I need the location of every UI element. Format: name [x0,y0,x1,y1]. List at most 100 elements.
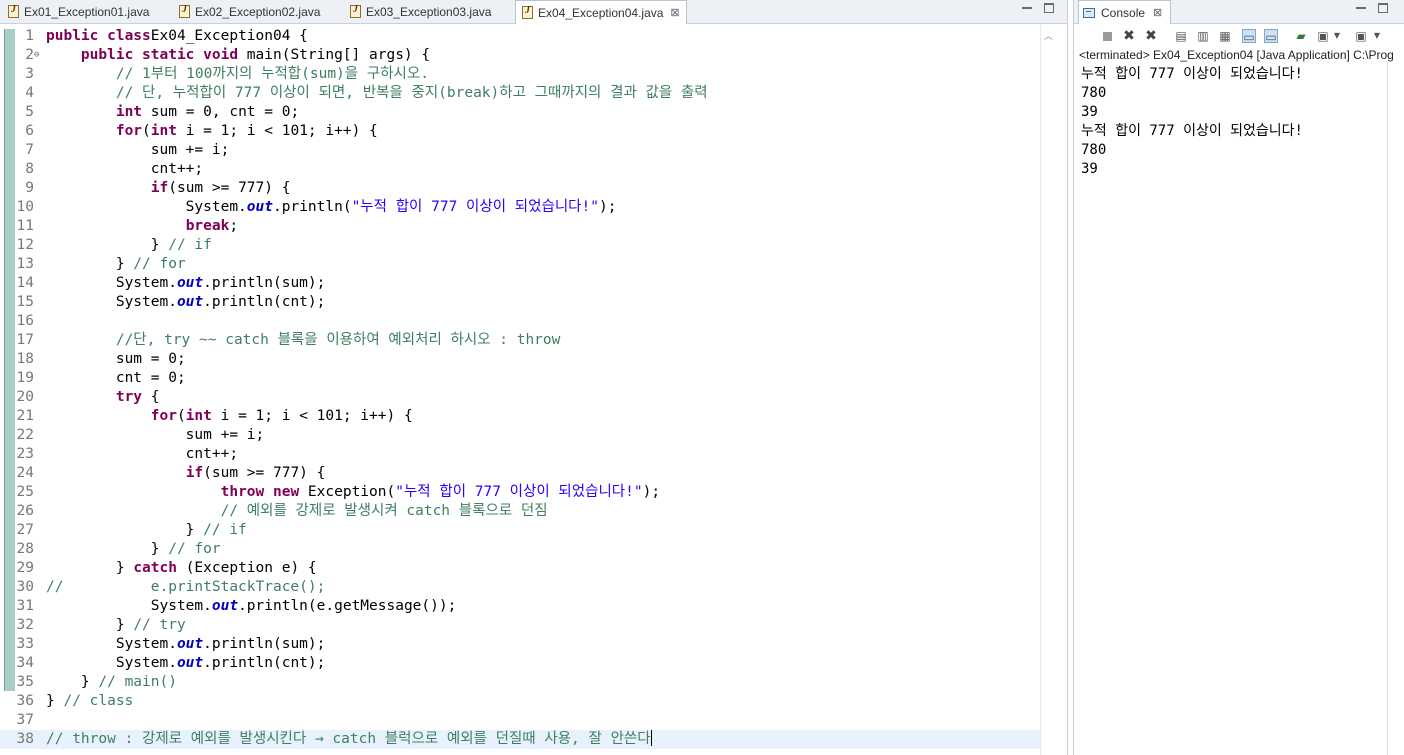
chevron-down-icon[interactable]: ▼ [1330,29,1344,43]
code-text: throw new Exception("누적 합이 777 이상이 되었습니다… [46,483,660,502]
code-line[interactable]: 2 ⊖ public static void main(String[] args… [0,46,1040,65]
display-selected-console-icon[interactable]: ▣ [1316,29,1330,43]
console-window-controls [1356,3,1388,13]
code-line[interactable]: 29 } catch (Exception e) { [0,559,1040,578]
code-token: } [46,617,134,633]
code-line[interactable]: 19 cnt = 0; [0,369,1040,388]
code-text: if(sum >= 777) { [46,179,291,198]
code-token: } [46,237,169,253]
fold-collapse-icon[interactable]: ⊖ [34,46,39,65]
minimize-icon[interactable] [1022,3,1032,9]
code-token: sum += i; [46,142,230,158]
code-line[interactable]: 9 if(sum >= 777) { [0,179,1040,198]
code-token: .println(cnt); [203,655,326,671]
scroll-up-icon[interactable]: ︿ [1044,29,1053,42]
code-line[interactable]: 34 System.out.println(cnt); [0,654,1040,673]
remove-launch-icon[interactable]: ✖ [1122,29,1136,43]
tab-ex01[interactable]: Ex01_Exception01.java [2,0,170,23]
remove-all-terminated-icon[interactable]: ✖ [1144,29,1158,43]
code-line[interactable]: 8 cnt++; [0,160,1040,179]
line-number: 37 [16,712,34,728]
code-text: } // for [46,255,186,274]
console-pane[interactable]: Console ⊠ ✖ ✖ ▤ ▥ ▦ ▭ ▭ ▰ ▣ ▼ ▣ ▼ <termi… [1073,0,1404,755]
minimize-icon[interactable] [1356,3,1366,9]
scroll-lock-icon[interactable]: ▥ [1196,29,1210,43]
code-line[interactable]: 16 [0,312,1040,331]
code-line[interactable]: 6 for(int i = 1; i < 101; i++) { [0,122,1040,141]
clear-console-icon[interactable]: ▤ [1174,29,1188,43]
code-text: System.out.println(sum); [46,274,326,293]
code-token: // if [168,237,212,253]
code-line[interactable]: 3 // 1부터 100까지의 누적합(sum)을 구하시오. [0,65,1040,84]
code-token: sum = 0; [46,351,186,367]
code-line[interactable]: 20 try { [0,388,1040,407]
code-line[interactable]: 35 } // main() [0,673,1040,692]
code-line[interactable]: 32 } // try [0,616,1040,635]
code-line[interactable]: 24 if(sum >= 777) { [0,464,1040,483]
code-token: throw new [220,484,300,500]
code-line[interactable]: 18 sum = 0; [0,350,1040,369]
close-icon[interactable]: ⊠ [670,6,679,19]
code-token: // 단, 누적합이 777 이상이 되면, 반복을 중지(break)하고 그… [115,85,708,101]
code-line[interactable]: 27 } // if [0,521,1040,540]
word-wrap-icon[interactable]: ▦ [1218,29,1232,43]
maximize-icon[interactable] [1044,3,1054,13]
code-line[interactable]: 13 } // for [0,255,1040,274]
code-text: if(sum >= 777) { [46,464,326,483]
code-line[interactable]: 15 System.out.println(cnt); [0,293,1040,312]
show-on-stdout-icon[interactable]: ▭ [1242,29,1256,44]
maximize-icon[interactable] [1378,3,1388,13]
code-token: // try [133,617,186,633]
code-editor-pane[interactable]: Ex01_Exception01.java Ex02_Exception02.j… [0,0,1068,755]
tab-console[interactable]: Console ⊠ [1078,0,1172,24]
tab-ex03[interactable]: Ex03_Exception03.java [344,0,512,23]
console-vertical-scrollbar[interactable] [1387,62,1404,755]
code-token: public class [46,28,151,44]
code-line[interactable]: 37 [0,711,1040,730]
code-token: System. [46,294,177,310]
code-line[interactable]: 5 int sum = 0, cnt = 0; [0,103,1040,122]
console-output[interactable]: 누적 합이 777 이상이 되었습니다! 780 39 누적 합이 777 이상… [1081,65,1303,179]
chevron-down-icon[interactable]: ▼ [1370,29,1384,43]
code-line[interactable]: 4 // 단, 누적합이 777 이상이 되면, 반복을 중지(break)하고… [0,84,1040,103]
code-text: cnt++; [46,160,203,179]
code-line[interactable]: 28 } // for [0,540,1040,559]
open-console-icon[interactable]: ▣ [1354,29,1368,43]
tab-ex04[interactable]: Ex04_Exception04.java ⊠ [515,0,687,24]
code-line[interactable]: 23 cnt++; [0,445,1040,464]
line-number: 19 [16,370,34,386]
code-line[interactable]: 36} // class [0,692,1040,711]
code-token: ); [642,484,661,500]
tab-ex02[interactable]: Ex02_Exception02.java [173,0,341,23]
editor-vertical-scrollbar[interactable]: ︿ [1040,25,1057,755]
code-line[interactable]: 33 System.out.println(sum); [0,635,1040,654]
code-text: } // if [46,521,247,540]
code-line[interactable]: 30 // e.printStackTrace(); [0,578,1040,597]
code-token: (Exception e) { [176,560,317,576]
code-line[interactable]: 22 sum += i; [0,426,1040,445]
code-token: catch [133,560,177,576]
code-line[interactable]: 25 throw new Exception("누적 합이 777 이상이 되었… [0,483,1040,502]
code-line[interactable]: 21 for(int i = 1; i < 101; i++) { [0,407,1040,426]
code-line[interactable]: 14 System.out.println(sum); [0,274,1040,293]
code-line[interactable]: 7 sum += i; [0,141,1040,160]
code-line[interactable]: 10 System.out.println("누적 합이 777 이상이 되었습… [0,198,1040,217]
code-line[interactable]: 17 //단, try ~~ catch 블록을 이용하여 예외처리 하시오 :… [0,331,1040,350]
code-token: cnt = 0; [46,370,186,386]
code-token: // 1부터 100까지의 누적합(sum)을 구하시오. [115,66,429,82]
code-line[interactable]: 38 // throw : 강제로 예외를 발생시킨다 → catch 블럭으로 … [0,730,1040,749]
close-icon[interactable]: ⊠ [1153,6,1162,19]
code-token: int [150,123,177,139]
terminate-icon[interactable] [1103,32,1112,41]
code-line[interactable]: 11 break; [0,217,1040,236]
code-token: } [46,541,169,557]
console-line: 39 [1081,161,1098,177]
code-token: .println(sum); [203,275,326,291]
code-area[interactable]: 1 public classEx04_Exception04 {2 ⊖ public… [0,25,1040,755]
pin-console-icon[interactable]: ▰ [1294,29,1308,43]
code-line[interactable]: 12 } // if [0,236,1040,255]
code-line[interactable]: 26 // 예외를 강제로 발생시켜 catch 블록으로 던짐 [0,502,1040,521]
show-on-stderr-icon[interactable]: ▭ [1264,29,1278,44]
code-line[interactable]: 31 System.out.println(e.getMessage()); [0,597,1040,616]
code-line[interactable]: 1 public classEx04_Exception04 { [0,27,1040,46]
